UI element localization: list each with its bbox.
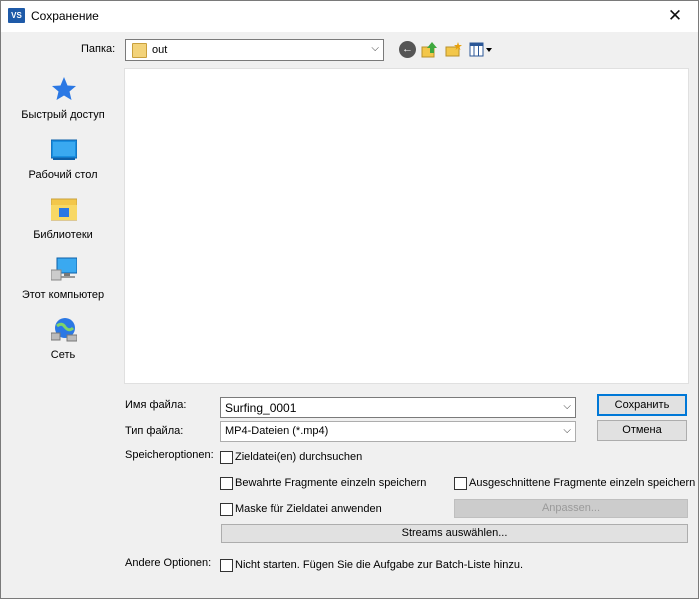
place-libraries[interactable]: Библиотеки [7,188,119,244]
other-options-label: Andere Optionen: [125,557,212,569]
place-label: Рабочий стол [28,169,98,181]
desktop-icon [51,139,77,160]
place-label: Этот компьютер [21,289,105,301]
chevron-down-icon[interactable]: ⌵ [563,425,571,436]
place-label: Библиотеки [33,229,93,241]
checkbox-label: Nicht starten. Fügen Sie die Aufgabe zur… [235,559,523,571]
filetype-value: MP4-Dateien (*.mp4) [225,425,329,437]
libraries-icon [51,198,77,221]
checkbox-label: Ausgeschnittene Fragmente einzeln speich… [469,477,696,489]
save-dialog: VS Сохранение ✕ Папка: out ⌵ ← Быстрый д… [0,0,699,599]
new-folder-icon[interactable] [445,41,462,58]
filetype-select[interactable]: MP4-Dateien (*.mp4) ⌵ [220,421,576,442]
folder-label: Папка: [81,43,116,55]
place-label: Сеть [50,349,76,361]
title-bar: VS Сохранение ✕ [1,1,698,32]
up-folder-icon[interactable] [421,41,438,58]
checkbox-label: Zieldatei(en) durchsuchen [235,451,363,463]
save-button[interactable]: Сохранить [597,394,687,416]
folder-icon [132,43,147,58]
checkbox-box[interactable] [220,477,233,490]
place-desktop[interactable]: Рабочий стол [7,128,119,184]
place-network[interactable]: Сеть [7,308,119,364]
chevron-down-icon[interactable]: ⌵ [371,43,379,54]
star-icon [52,77,76,100]
filename-value: Surfing_0001 [225,401,297,415]
close-button[interactable]: ✕ [652,1,698,32]
place-quick-access[interactable]: Быстрый доступ [7,68,119,124]
window-title: Сохранение [31,9,99,23]
folder-combobox[interactable]: out ⌵ [125,39,384,61]
file-list-area[interactable] [124,68,689,384]
checkbox-label: Bewahrte Fragmente einzeln speichern [235,477,427,489]
filename-input[interactable]: Surfing_0001 ⌵ [220,397,576,418]
save-options-label: Speicheroptionen: [125,449,214,461]
filetype-label: Тип файла: [125,425,184,437]
view-menu-icon[interactable] [469,41,493,58]
place-this-pc[interactable]: Этот компьютер [7,248,119,304]
cancel-button[interactable]: Отмена [597,420,687,441]
adjust-button[interactable]: Anpassen... [454,499,688,518]
back-icon[interactable]: ← [399,41,416,58]
checkbox-box[interactable] [220,559,233,572]
streams-button[interactable]: Streams auswählen... [221,524,688,543]
filename-label: Имя файла: [125,399,187,411]
checkbox-box[interactable] [220,451,233,464]
chevron-down-icon[interactable]: ⌵ [563,401,571,412]
checkbox-box[interactable] [220,503,233,516]
place-label: Быстрый доступ [21,109,105,121]
checkbox-box[interactable] [454,477,467,490]
network-icon [51,318,77,342]
checkbox-label: Maske für Zieldatei anwenden [235,503,382,515]
app-icon: VS [8,8,25,23]
folder-value: out [152,44,168,56]
computer-icon [51,257,77,281]
